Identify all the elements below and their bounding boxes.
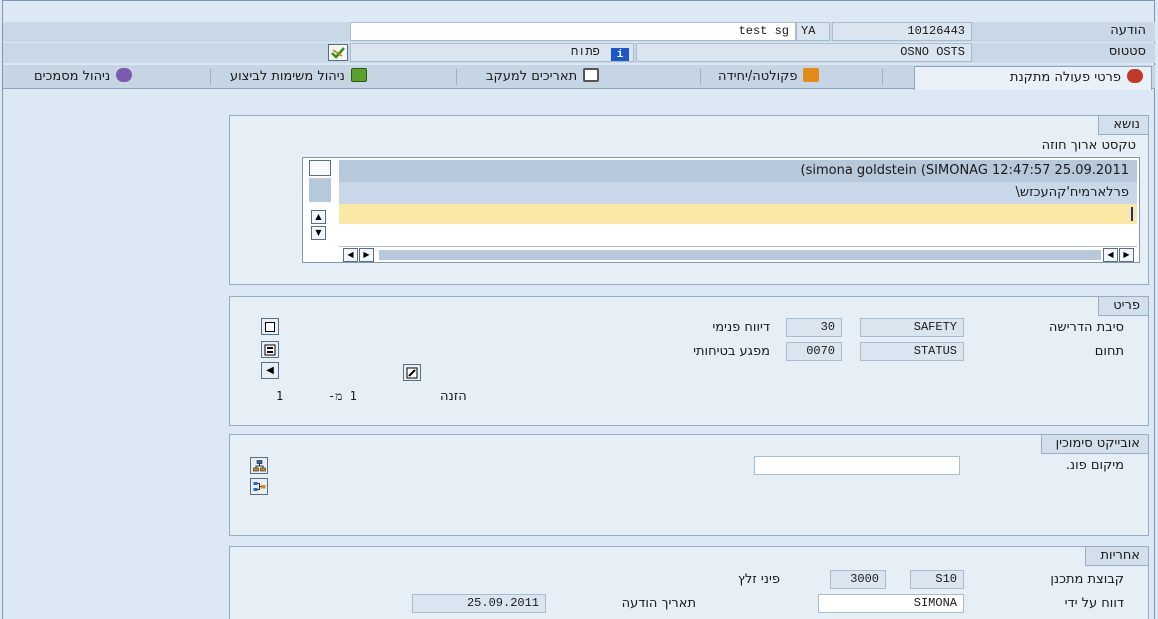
planner-group-label: קבוצת מתכנן bbox=[1050, 572, 1124, 587]
status-open-field: פתוח i bbox=[350, 43, 634, 62]
text-cursor bbox=[1131, 207, 1133, 221]
notification-label: הודעה bbox=[1110, 23, 1146, 38]
status-open-text: פתוח bbox=[570, 45, 600, 59]
reason-text: דיווח פנימי bbox=[712, 320, 770, 335]
scroll-right-icon[interactable]: ▶ bbox=[1119, 248, 1134, 262]
status-value-field: OSNO OSTS bbox=[636, 43, 972, 62]
tab-separator bbox=[210, 69, 211, 85]
scroll-up-icon[interactable]: ▲ bbox=[311, 210, 326, 224]
scroll-track bbox=[309, 178, 331, 202]
reported-by-field[interactable]: SIMONA bbox=[818, 594, 964, 613]
details-icon[interactable] bbox=[261, 341, 279, 358]
notification-number-field: 10126443 bbox=[832, 22, 972, 41]
vertical-scrollbar[interactable]: ▲ ▼ bbox=[307, 160, 333, 244]
planner-group-num-field[interactable]: 3000 bbox=[830, 570, 886, 589]
tab-followup-dates[interactable]: תאריכים למעקב bbox=[478, 66, 607, 89]
entry-of-text: 1 מ- bbox=[328, 389, 357, 403]
hierarchy-icon[interactable] bbox=[250, 478, 268, 495]
text-line-highlighted[interactable] bbox=[339, 204, 1137, 224]
status-label: סטטוס bbox=[1108, 44, 1146, 59]
action-icon bbox=[1127, 69, 1143, 83]
notification-type-field: YA bbox=[796, 22, 830, 41]
responsibility-title: אחריות bbox=[1085, 547, 1148, 566]
previous-icon[interactable]: ◀ bbox=[261, 362, 279, 379]
reason-code-field[interactable]: SAFETY bbox=[860, 318, 964, 337]
text-line[interactable]: (simona goldstein (SIMONAG 12:47:57 25.0… bbox=[339, 160, 1137, 182]
tab-separator bbox=[700, 69, 701, 85]
structure-icon[interactable] bbox=[250, 457, 268, 474]
tab-document-management[interactable]: ניהול מסמכים bbox=[26, 66, 140, 89]
scroll-down-icon[interactable]: ▼ bbox=[311, 226, 326, 240]
subject-panel-title: נושא bbox=[1098, 116, 1148, 135]
tab-label: פקולטה/יחידה bbox=[718, 69, 798, 84]
entry-label: הזנה bbox=[440, 389, 467, 404]
reference-object-panel: אובייקט סימוכין bbox=[229, 434, 1149, 536]
entry-total: 1 bbox=[276, 389, 284, 403]
checkmark-icon[interactable] bbox=[328, 44, 348, 61]
documents-icon bbox=[116, 68, 133, 82]
calendar-icon bbox=[583, 68, 600, 82]
reported-by-label: דווח על ידי bbox=[1064, 596, 1124, 611]
notification-date-label: תאריך הודעה bbox=[621, 596, 696, 611]
tasks-icon bbox=[350, 68, 367, 82]
tab-faculty-unit[interactable]: פקולטה/יחידה bbox=[710, 66, 827, 89]
tab-separator bbox=[456, 69, 457, 85]
reference-object-title: אובייקט סימוכין bbox=[1040, 435, 1148, 454]
area-text: מפגע בטיחותי bbox=[693, 344, 770, 359]
location-label: מיקום פונ. bbox=[1065, 458, 1124, 473]
tab-label: פרטי פעולה מתקנת bbox=[1009, 70, 1121, 85]
tab-action-details[interactable]: פרטי פעולה מתקנת bbox=[914, 66, 1152, 90]
info-icon[interactable]: i bbox=[611, 48, 629, 61]
tab-label: תאריכים למעקב bbox=[486, 69, 578, 84]
horizontal-scrollbar[interactable]: ◀ ▶ ◀ ▶ bbox=[339, 246, 1137, 262]
area-code-field[interactable]: STATUS bbox=[860, 342, 964, 361]
location-field[interactable] bbox=[754, 456, 960, 475]
planner-group-name: פיני זלץ bbox=[737, 572, 780, 587]
reason-num-field[interactable]: 30 bbox=[786, 318, 842, 337]
tab-task-management[interactable]: ניהול משימות לביצוע bbox=[222, 66, 375, 89]
area-num-field[interactable]: 0070 bbox=[786, 342, 842, 361]
tab-separator bbox=[882, 69, 883, 85]
scroll-left-icon[interactable]: ◀ bbox=[1103, 248, 1118, 262]
scroll-right-icon[interactable]: ▶ bbox=[359, 248, 374, 262]
tab-label: ניהול מסמכים bbox=[34, 69, 111, 84]
reason-label: סיבת הדרישה bbox=[1048, 320, 1124, 335]
item-panel-title: פריט bbox=[1098, 297, 1148, 316]
planner-group-code-field[interactable]: S10 bbox=[910, 570, 964, 589]
long-text-label: טקסט ארוך חוזה bbox=[1041, 138, 1136, 153]
house-icon bbox=[803, 68, 820, 82]
new-item-icon[interactable] bbox=[261, 318, 279, 335]
scroll-thumb[interactable] bbox=[309, 160, 331, 176]
scroll-track bbox=[379, 250, 1101, 260]
area-label: תחום bbox=[1094, 344, 1124, 359]
item-panel: פריט bbox=[229, 296, 1149, 426]
scroll-left-icon[interactable]: ◀ bbox=[343, 248, 358, 262]
long-text-editor[interactable]: ▲ ▼ (simona goldstein (SIMONAG 12:47:57 … bbox=[302, 157, 1140, 263]
notification-date-field[interactable]: 25.09.2011 bbox=[412, 594, 546, 613]
text-line[interactable]: פרלארמיח'קהעכזש\ bbox=[339, 182, 1137, 204]
notification-desc-field[interactable]: test sg bbox=[350, 22, 796, 41]
edit-icon[interactable] bbox=[403, 364, 421, 381]
tab-label: ניהול משימות לביצוע bbox=[230, 69, 345, 84]
